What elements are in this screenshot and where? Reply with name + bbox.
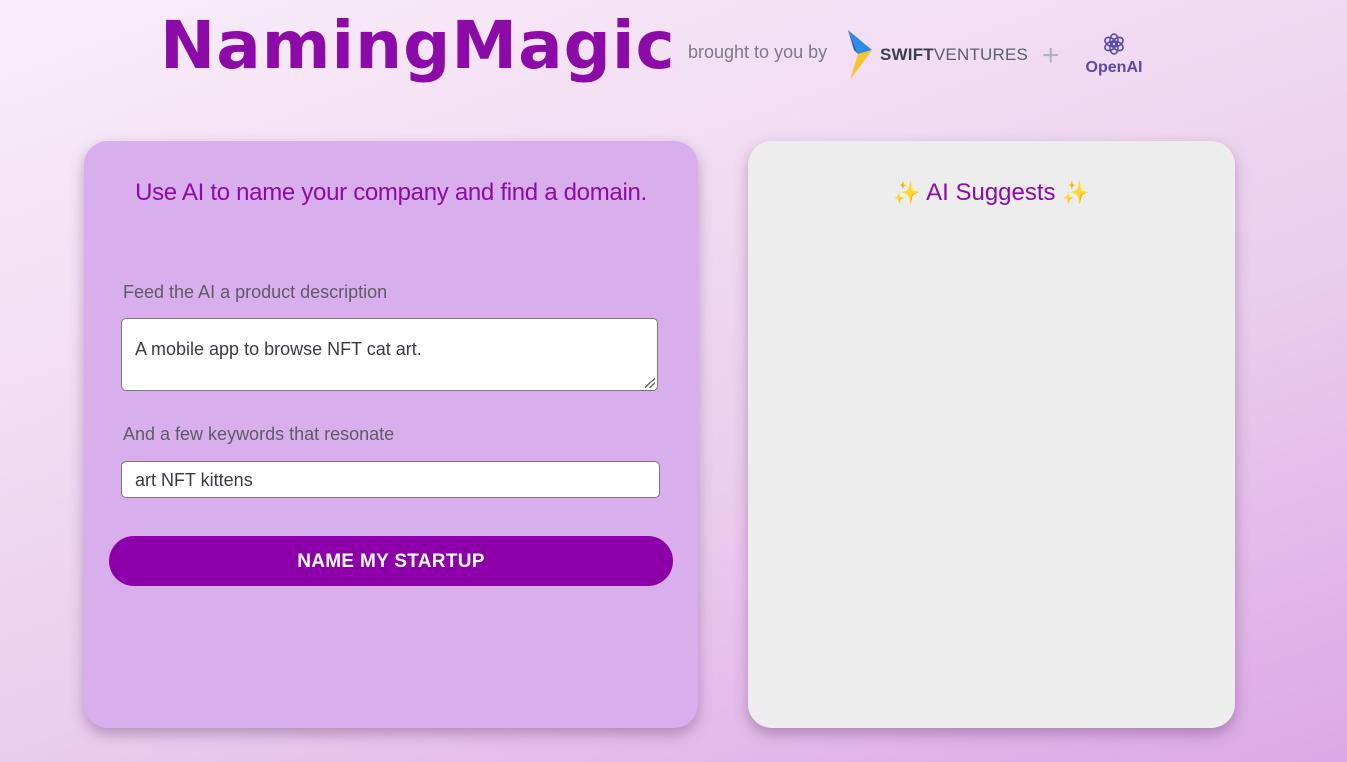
openai-logo[interactable]: OpenAI (1082, 32, 1146, 77)
naming-form-card: Use AI to name your company and find a d… (84, 141, 698, 728)
plus-icon: + (1042, 39, 1060, 72)
swift-wordmark-bold: SWIFT (880, 45, 934, 64)
swift-ventures-logo-icon (848, 30, 872, 80)
name-my-startup-button[interactable]: NAME MY STARTUP (109, 536, 673, 586)
keywords-input[interactable]: art NFT kittens (121, 461, 660, 498)
ventures-wordmark: VENTURES (933, 45, 1029, 64)
keywords-label: And a few keywords that resonate (123, 424, 395, 444)
form-tagline: Use AI to name your company and find a d… (135, 179, 647, 206)
site-title: NamingMagic (160, 7, 676, 84)
ai-suggestions-card: ✨ AI Suggests ✨ (748, 141, 1235, 728)
openai-logo-icon (1104, 33, 1124, 55)
openai-wordmark: OpenAI (1085, 59, 1143, 76)
keywords-value: art NFT kittens (135, 470, 253, 490)
sparkle-icon: ✨ (893, 180, 921, 205)
swift-ventures-wordmark: SWIFTVENTURES (880, 45, 1028, 65)
description-textarea[interactable]: A mobile app to browse NFT cat art. (121, 318, 658, 391)
description-label: Feed the AI a product description (123, 282, 388, 302)
ai-suggests-heading: ✨ AI Suggests ✨ (748, 179, 1235, 207)
description-value: A mobile app to browse NFT cat art. (135, 339, 422, 359)
sparkle-icon: ✨ (1062, 180, 1090, 205)
brought-to-you-by-text: brought to you by (688, 42, 828, 62)
swift-ventures-logo[interactable]: SWIFTVENTURES (846, 28, 1028, 82)
resize-handle-icon[interactable] (645, 378, 655, 388)
ai-suggests-title: AI Suggests (926, 179, 1056, 206)
